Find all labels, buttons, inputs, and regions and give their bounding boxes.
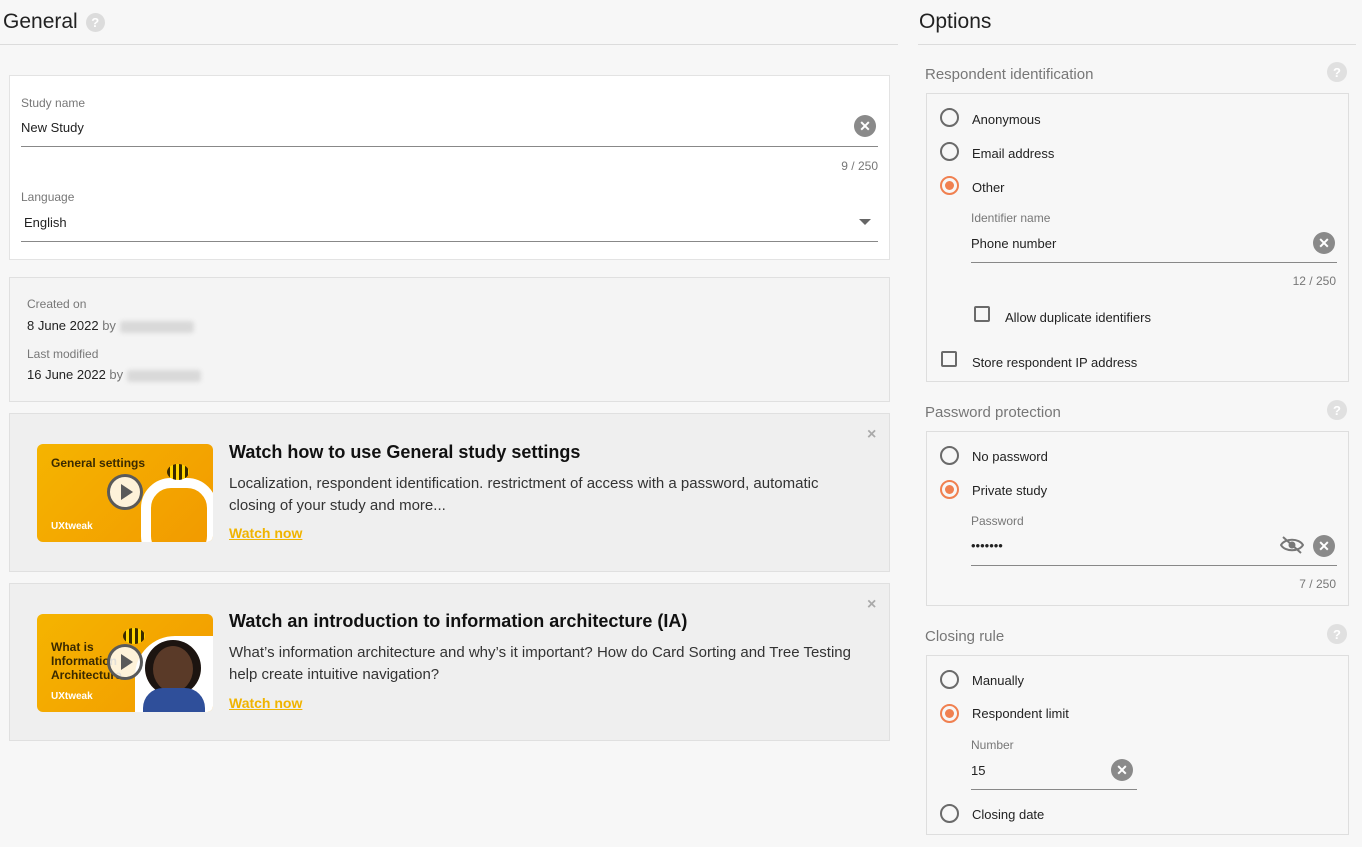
video-thumbnail[interactable]: What is Information Architecture UXtweak xyxy=(37,614,213,712)
password-underline xyxy=(971,565,1337,566)
language-underline xyxy=(21,241,878,242)
bee-icon xyxy=(167,464,189,480)
video-title: Watch how to use General study settings xyxy=(229,442,581,462)
number-input[interactable]: 15 xyxy=(971,763,985,778)
password-protection-box: No password Private study Password •••••… xyxy=(926,431,1349,606)
other-label: Other xyxy=(972,180,1005,195)
closing-date-label: Closing date xyxy=(972,807,1045,822)
no-password-label: No password xyxy=(972,449,1048,464)
created-value: 8 June 2022 by xyxy=(27,318,194,333)
radio-respondent-limit[interactable] xyxy=(940,704,959,723)
options-title: Options xyxy=(919,10,992,33)
number-label: Number xyxy=(971,738,1014,752)
options-header: Options xyxy=(918,0,1356,45)
identifier-name-label: Identifier name xyxy=(971,211,1051,225)
store-ip-label: Store respondent IP address xyxy=(972,355,1138,370)
video-title: Watch an introduction to information arc… xyxy=(229,611,688,631)
email-label: Email address xyxy=(972,146,1055,161)
allow-duplicates-label: Allow duplicate identifiers xyxy=(1005,310,1151,325)
video-description: What’s information architecture and why’… xyxy=(229,644,851,683)
close-icon[interactable]: × xyxy=(867,426,876,444)
brand-logo: UXtweak xyxy=(51,521,93,532)
person-body xyxy=(143,688,205,712)
respondent-identification-box: Anonymous Email address Other Identifier… xyxy=(926,93,1349,382)
private-study-label: Private study xyxy=(972,483,1048,498)
anonymous-label: Anonymous xyxy=(972,112,1041,127)
study-name-label: Study name xyxy=(21,96,86,110)
video-thumbnail[interactable]: General settings UXtweak xyxy=(37,444,213,542)
identifier-underline xyxy=(971,262,1337,263)
thumbnail-title: General settings xyxy=(51,456,146,470)
modified-date: 16 June 2022 xyxy=(27,367,106,382)
identifier-counter: 12 / 250 xyxy=(1292,274,1336,288)
password-counter: 7 / 250 xyxy=(1299,577,1336,591)
general-header: General ? xyxy=(0,0,898,45)
password-label: Password xyxy=(971,514,1024,528)
watch-now-link[interactable]: Watch now xyxy=(229,695,302,711)
clear-icon[interactable]: ✕ xyxy=(1313,535,1335,557)
help-icon[interactable]: ? xyxy=(1327,624,1347,644)
password-input[interactable]: ••••••• xyxy=(971,538,1003,553)
allow-duplicates-checkbox[interactable] xyxy=(974,306,990,322)
study-info-card: Created on 8 June 2022 by Last modified … xyxy=(9,277,890,402)
presenter-photo xyxy=(135,636,213,712)
chevron-down-icon[interactable] xyxy=(859,219,871,225)
radio-anonymous[interactable] xyxy=(940,108,959,127)
help-icon[interactable]: ? xyxy=(1327,62,1347,82)
closing-rule-title: Closing rule xyxy=(925,628,1005,645)
help-icon[interactable]: ? xyxy=(1327,400,1347,420)
radio-no-password[interactable] xyxy=(940,446,959,465)
closing-rule-box: Manually Respondent limit Number 15 ✕ Cl… xyxy=(926,655,1349,835)
store-ip-checkbox[interactable] xyxy=(941,351,957,367)
study-name-input[interactable]: New Study xyxy=(21,120,84,135)
eye-off-icon[interactable] xyxy=(1280,536,1304,554)
person-head xyxy=(153,646,193,692)
brand-logo: UXtweak xyxy=(51,691,93,702)
close-icon[interactable]: × xyxy=(867,596,876,614)
avatar xyxy=(119,320,194,333)
radio-email[interactable] xyxy=(940,142,959,161)
video-card: What is Information Architecture UXtweak… xyxy=(9,583,890,741)
clear-icon[interactable]: ✕ xyxy=(1111,759,1133,781)
options-panel: Options Respondent identification ? Anon… xyxy=(918,0,1356,835)
clear-icon[interactable]: ✕ xyxy=(854,115,876,137)
video-card: General settings UXtweak Watch how to us… xyxy=(9,413,890,572)
study-form-card: Study name New Study ✕ 9 / 250 Language … xyxy=(9,75,890,260)
study-name-underline xyxy=(21,146,878,147)
created-date: 8 June 2022 xyxy=(27,318,99,333)
password-protection-title: Password protection xyxy=(925,404,1061,421)
radio-manually[interactable] xyxy=(940,670,959,689)
study-name-counter: 9 / 250 xyxy=(841,159,878,173)
thumbnail-shape xyxy=(141,478,213,542)
modified-by: by xyxy=(109,367,124,382)
watch-now-link[interactable]: Watch now xyxy=(229,525,302,541)
number-underline xyxy=(971,789,1137,790)
play-icon[interactable] xyxy=(107,474,143,510)
language-label: Language xyxy=(21,190,75,204)
created-by: by xyxy=(102,318,116,333)
respondent-identification-title: Respondent identification xyxy=(925,66,1094,83)
modified-value: 16 June 2022 by xyxy=(27,367,202,382)
clear-icon[interactable]: ✕ xyxy=(1313,232,1335,254)
identifier-name-input[interactable]: Phone number xyxy=(971,236,1056,251)
bee-icon xyxy=(123,628,145,644)
avatar xyxy=(127,369,202,382)
manually-label: Manually xyxy=(972,673,1025,688)
play-icon[interactable] xyxy=(107,644,143,680)
video-description: Localization, respondent identification.… xyxy=(229,475,819,514)
radio-closing-date[interactable] xyxy=(940,804,959,823)
radio-other[interactable] xyxy=(940,176,959,195)
general-title: General xyxy=(3,10,78,33)
modified-label: Last modified xyxy=(27,347,99,361)
created-label: Created on xyxy=(27,297,87,311)
respondent-limit-label: Respondent limit xyxy=(972,706,1069,721)
radio-private-study[interactable] xyxy=(940,480,959,499)
language-select[interactable]: English xyxy=(24,215,67,230)
general-panel: General ? Study name New Study ✕ 9 / 250… xyxy=(0,0,898,741)
help-icon[interactable]: ? xyxy=(85,12,105,32)
